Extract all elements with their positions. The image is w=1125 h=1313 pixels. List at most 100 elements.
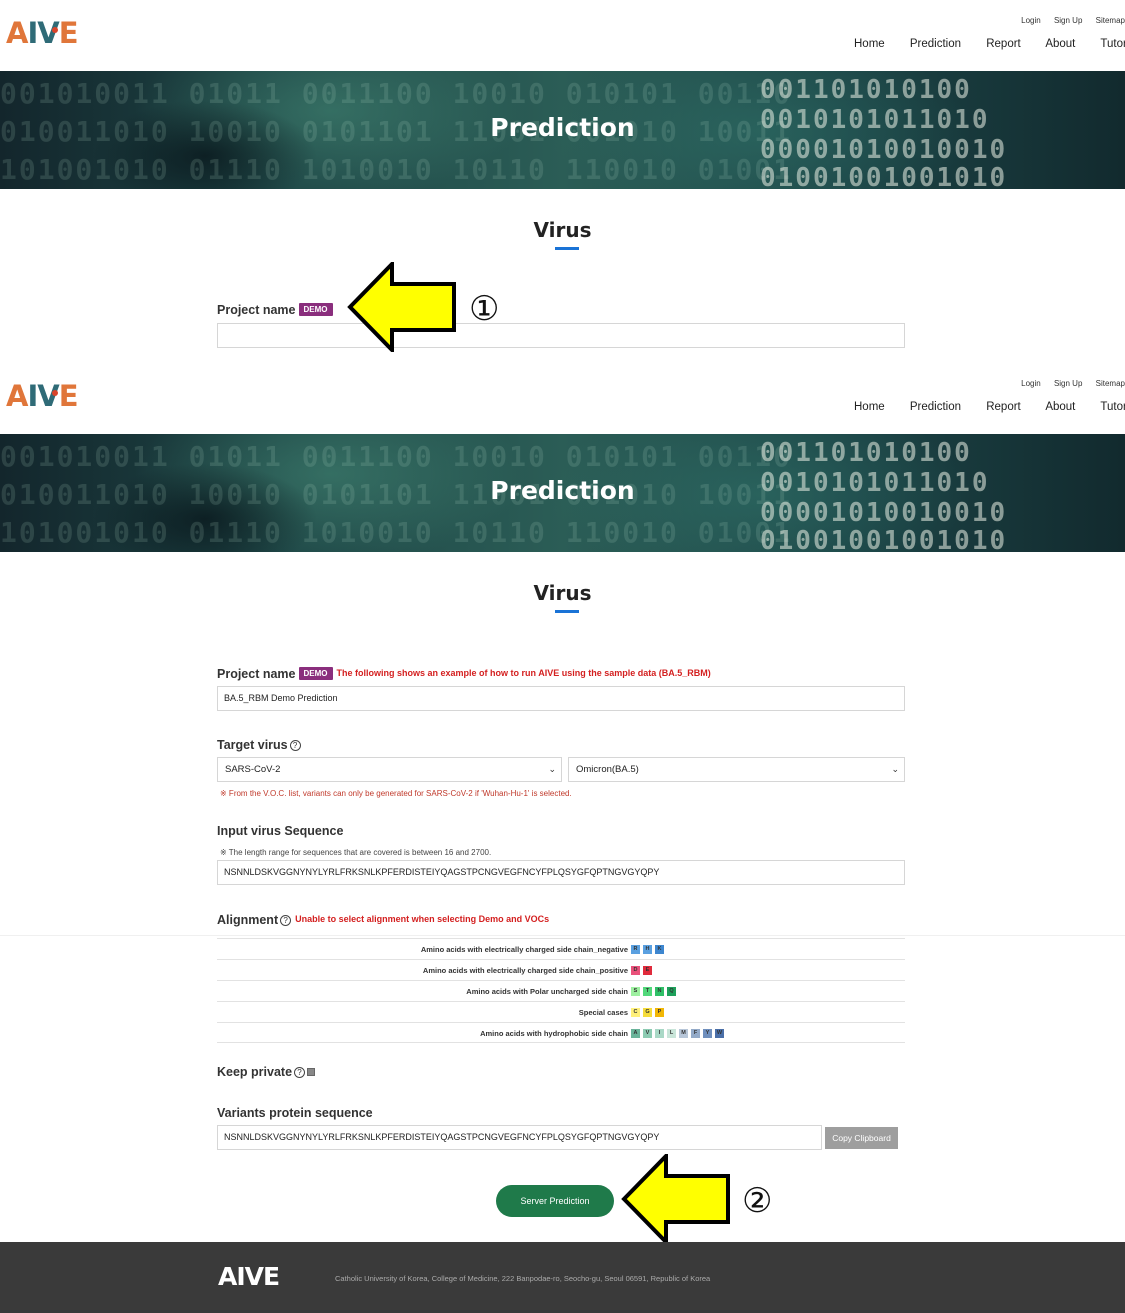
residue-chip: W: [715, 1029, 724, 1038]
signup-link[interactable]: Sign Up: [1054, 379, 1082, 388]
login-link[interactable]: Login: [1021, 379, 1041, 388]
residue-chips: STNQ: [631, 987, 679, 996]
step2-marker: ②: [742, 1181, 773, 1221]
site-logo[interactable]: AIVE: [6, 379, 78, 413]
residue-chip: A: [631, 1029, 640, 1038]
variants-sequence-field[interactable]: NSNNLDSKVGGNYNYLYRLFRKSNLKPFERDISTEIYQAG…: [217, 1125, 822, 1150]
sitemap-link[interactable]: Sitemap: [1096, 16, 1125, 25]
sitemap-link[interactable]: Sitemap: [1096, 379, 1125, 388]
amino-group-row: Amino acids with hydrophobic side chain A…: [217, 1022, 905, 1043]
residue-chips: AVILMFYW: [631, 1029, 727, 1038]
section-title: Virus: [533, 218, 592, 242]
main-nav: Home Prediction Report About Tutorial: [854, 401, 1125, 413]
amino-group-label: Amino acids with Polar uncharged side ch…: [466, 987, 628, 996]
site-logo[interactable]: AIVE: [6, 16, 78, 50]
variants-sequence-label: Variants protein sequence: [217, 1106, 373, 1120]
residue-chip: C: [631, 1008, 640, 1017]
page: AIVE Login Sign Up Sitemap Home Predicti…: [0, 0, 1125, 1313]
step1-arrow-icon: [347, 262, 456, 352]
title-underline: [555, 610, 579, 613]
login-link[interactable]: Login: [1021, 16, 1041, 25]
amino-group-row: Amino acids with electrically charged si…: [217, 959, 905, 980]
site-header: AIVE Login Sign Up Sitemap Home Predicti…: [0, 0, 1125, 71]
project-name-input[interactable]: BA.5_RBM Demo Prediction: [217, 686, 905, 711]
utility-links: Login Sign Up Sitemap: [1010, 379, 1125, 388]
nav-report[interactable]: Report: [986, 38, 1021, 50]
residue-chip: I: [655, 1029, 664, 1038]
target-virus-label: Target virus?: [217, 738, 301, 752]
nav-about[interactable]: About: [1045, 38, 1075, 50]
nav-home[interactable]: Home: [854, 38, 885, 50]
banner-title: Prediction: [490, 113, 635, 142]
amino-group-label: Amino acids with electrically charged si…: [422, 966, 628, 975]
residue-chip: D: [631, 966, 640, 975]
residue-chip: M: [679, 1029, 688, 1038]
help-icon[interactable]: ?: [289, 740, 301, 751]
main-nav: Home Prediction Report About Tutorial: [854, 38, 1125, 50]
project-name-input[interactable]: [217, 323, 905, 348]
divider: [0, 935, 1125, 936]
residue-chip: Q: [667, 987, 676, 996]
section-title: Virus: [533, 581, 592, 605]
nav-home[interactable]: Home: [854, 401, 885, 413]
residue-chip: R: [631, 945, 640, 954]
residue-chip: F: [691, 1029, 700, 1038]
residue-chip: L: [667, 1029, 676, 1038]
project-name-label: Project name DEMO: [217, 303, 333, 317]
target-virus-select[interactable]: SARS-CoV-2 ⌄: [217, 757, 562, 782]
alignment-note: Unable to select alignment when selectin…: [295, 914, 550, 924]
residue-chips: CGP: [631, 1008, 667, 1017]
residue-chip: N: [655, 987, 664, 996]
residue-chips: RHK: [631, 945, 667, 954]
page-banner-2: 001010011 01011 0011100 10010 010101 001…: [0, 434, 1125, 552]
nav-prediction[interactable]: Prediction: [910, 401, 961, 413]
residue-chip: V: [643, 1029, 652, 1038]
step2-arrow-icon: [621, 1154, 730, 1244]
amino-acid-legend: Amino acids with electrically charged si…: [217, 938, 905, 1043]
help-icon[interactable]: ?: [294, 1067, 306, 1078]
project-name-label: Project name DEMO The following shows an e…: [217, 667, 711, 681]
amino-group-label: Amino acids with electrically charged si…: [420, 945, 628, 954]
server-prediction-button[interactable]: Server Prediction: [496, 1185, 614, 1217]
utility-links: Login Sign Up Sitemap: [1010, 16, 1125, 25]
residue-chips: DE: [631, 966, 655, 975]
chevron-down-icon: ⌄: [548, 764, 556, 774]
site-header-2: AIVE Login Sign Up Sitemap Home Predicti…: [0, 363, 1125, 434]
demo-badge[interactable]: DEMO: [298, 667, 333, 680]
input-sequence-field[interactable]: NSNNLDSKVGGNYNYLYRLFRKSNLKPFERDISTEIYQAG…: [217, 860, 905, 885]
variant-select[interactable]: Omicron(BA.5) ⌄: [568, 757, 905, 782]
residue-chip: G: [643, 1008, 652, 1017]
signup-link[interactable]: Sign Up: [1054, 16, 1082, 25]
banner-title: Prediction: [490, 476, 635, 505]
sequence-length-note: ※ The length range for sequences that ar…: [220, 848, 492, 857]
keep-private-label: Keep private?: [217, 1065, 316, 1079]
step1-marker: ①: [469, 289, 500, 329]
title-underline: [555, 247, 579, 250]
nav-tutorial[interactable]: Tutorial: [1100, 401, 1125, 413]
footer-logo: AIVE: [218, 1262, 280, 1291]
nav-tutorial[interactable]: Tutorial: [1100, 38, 1125, 50]
copy-clipboard-button[interactable]: Copy Clipboard: [825, 1127, 898, 1149]
site-footer: AIVE Catholic University of Korea, Colle…: [0, 1242, 1125, 1313]
amino-group-row: Amino acids with Polar uncharged side ch…: [217, 980, 905, 1001]
target-virus-note: ※ From the V.O.C. list, variants can onl…: [220, 789, 572, 798]
amino-group-row: Amino acids with electrically charged si…: [217, 938, 905, 959]
residue-chip: S: [631, 987, 640, 996]
alignment-label: Alignment? Unable to select alignment whe…: [217, 913, 550, 927]
residue-chip: Y: [703, 1029, 712, 1038]
chevron-down-icon: ⌄: [891, 764, 899, 774]
keep-private-checkbox[interactable]: [307, 1068, 316, 1076]
residue-chip: E: [643, 966, 652, 975]
nav-about[interactable]: About: [1045, 401, 1075, 413]
nav-report[interactable]: Report: [986, 401, 1021, 413]
help-icon[interactable]: ?: [280, 915, 292, 926]
residue-chip: T: [643, 987, 652, 996]
nav-prediction[interactable]: Prediction: [910, 38, 961, 50]
residue-chip: K: [655, 945, 664, 954]
amino-group-label: Amino acids with hydrophobic side chain: [480, 1029, 628, 1038]
demo-note: The following shows an example of how to…: [336, 668, 711, 678]
demo-badge[interactable]: DEMO: [298, 303, 333, 316]
residue-chip: H: [643, 945, 652, 954]
input-sequence-label: Input virus Sequence: [217, 824, 344, 838]
page-banner: 001010011 01011 0011100 10010 010101 001…: [0, 71, 1125, 189]
